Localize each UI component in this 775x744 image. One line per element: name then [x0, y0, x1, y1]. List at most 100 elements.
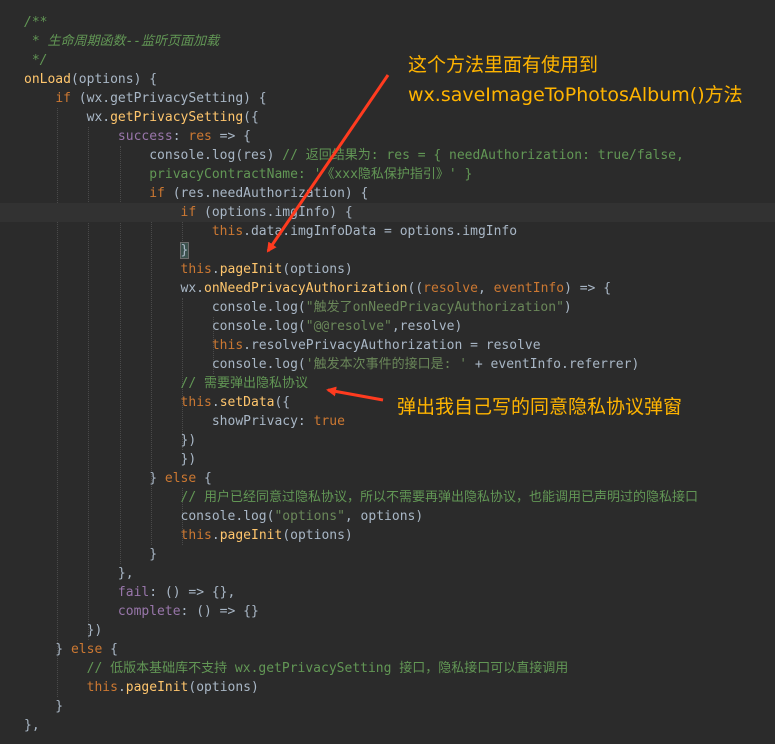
code-token: }) — [24, 623, 103, 638]
annotation-top-line2: wx.saveImageToPhotosAlbum()方法 — [408, 84, 743, 106]
code-line[interactable]: } — [0, 241, 775, 260]
code-token: else — [164, 471, 197, 486]
code-token: . — [117, 680, 126, 695]
code-token: getPrivacySetting — [110, 110, 244, 125]
code-line[interactable]: this.pageInit(options) — [0, 260, 775, 279]
code-editor[interactable]: /** * 生命周期函数--监听页面加载 */onLoad(options) {… — [0, 0, 775, 744]
code-line[interactable]: * 生命周期函数--监听页面加载 — [0, 32, 775, 51]
code-line[interactable]: privacyContractName: '《xxx隐私保护指引》' } — [0, 165, 775, 184]
code-token: '触发本次事件的接口是: ' — [305, 357, 468, 372]
code-line[interactable]: /** — [0, 13, 775, 32]
code-token: ({ — [274, 395, 291, 410]
code-token: if — [55, 91, 71, 106]
code-token: this — [180, 395, 212, 410]
code-token: fail — [117, 585, 150, 600]
code-token: // 需要弹出隐私协议 — [24, 376, 309, 391]
code-token: }, — [24, 718, 40, 733]
code-line[interactable]: if (res.needAuthorization) { — [0, 184, 775, 203]
code-line[interactable]: fail: () => {}, — [0, 583, 775, 602]
code-token: resolve — [423, 281, 478, 296]
code-token: this — [86, 680, 118, 695]
code-token: res — [188, 129, 212, 144]
code-token: true — [313, 414, 345, 429]
code-token: complete — [117, 604, 181, 619]
code-line[interactable]: console.log(res) // 返回结果为: res = { needA… — [0, 146, 775, 165]
code-token: showPrivacy: — [24, 414, 314, 429]
code-token: ) — [563, 300, 572, 315]
code-token: .data.imgInfoData = options.imgInfo — [243, 224, 518, 239]
code-token: ) => { — [564, 281, 612, 296]
code-line[interactable]: console.log("@@resolve",resolve) — [0, 317, 775, 336]
code-line[interactable]: // 需要弹出隐私协议 — [0, 374, 775, 393]
code-line[interactable]: }) — [0, 431, 775, 450]
code-token: . — [211, 395, 220, 410]
annotation-top: 这个方法里面有使用到 wx.saveImageToPhotosAlbum()方法 — [408, 50, 743, 110]
code-line[interactable]: }, — [0, 716, 775, 735]
code-line[interactable]: success: res => { — [0, 127, 775, 146]
code-token: privacyContractName: '《xxx隐私保护指引》' } — [24, 167, 473, 182]
code-token: wx. — [24, 281, 205, 296]
code-line[interactable]: complete: () => {} — [0, 602, 775, 621]
code-token: // 用户已经同意过隐私协议，所以不需要再弹出隐私协议，也能调用已声明过的隐私接… — [24, 490, 699, 505]
code-token: this — [180, 528, 212, 543]
code-line[interactable]: wx.getPrivacySetting({ — [0, 108, 775, 127]
code-line[interactable]: wx.onNeedPrivacyAuthorization((resolve, … — [0, 279, 775, 298]
code-line[interactable]: this.resolvePrivacyAuthorization = resol… — [0, 336, 775, 355]
code-line[interactable]: } — [0, 545, 775, 564]
code-token: }) — [24, 452, 197, 467]
code-token: (options.imgInfo) { — [196, 205, 353, 220]
code-line[interactable]: // 低版本基础库不支持 wx.getPrivacySetting 接口，隐私接… — [0, 659, 775, 678]
code-line[interactable]: }, — [0, 564, 775, 583]
code-token: console.log( — [24, 509, 275, 524]
code-token: console.log( — [24, 319, 306, 334]
code-line[interactable]: this.pageInit(options) — [0, 678, 775, 697]
code-token: (options) — [188, 680, 259, 695]
code-line[interactable]: if (options.imgInfo) { — [0, 203, 775, 222]
code-token: /** — [24, 15, 48, 30]
code-line[interactable]: console.log("options", options) — [0, 507, 775, 526]
code-token: eventInfo — [493, 281, 565, 296]
code-token: // 返回结果为: res = { needAuthorization: tru… — [282, 148, 684, 163]
code-token: : — [172, 129, 189, 144]
code-token: { — [196, 471, 212, 486]
code-line[interactable]: } else { — [0, 469, 775, 488]
code-token: } — [24, 699, 64, 714]
code-token: success — [117, 129, 173, 144]
annotation-middle: 弹出我自己写的同意隐私协议弹窗 — [397, 396, 683, 418]
code-token: wx. — [24, 110, 111, 125]
annotation-top-line1: 这个方法里面有使用到 — [408, 54, 599, 76]
code-token: if — [180, 205, 197, 220]
code-token: // 低版本基础库不支持 wx.getPrivacySetting 接口，隐私接… — [24, 661, 569, 676]
code-token: => { — [211, 129, 251, 144]
code-line[interactable]: } else { — [0, 640, 775, 659]
code-line[interactable]: this.data.imgInfoData = options.imgInfo — [0, 222, 775, 241]
code-token: pageInit — [125, 680, 189, 695]
code-token: . — [211, 528, 220, 543]
code-token: } — [24, 547, 158, 562]
code-line[interactable]: console.log("触发了onNeedPrivacyAuthorizati… — [0, 298, 775, 317]
code-token: console.log( — [24, 357, 306, 372]
code-token: (options) { — [70, 72, 158, 87]
code-line[interactable]: }) — [0, 450, 775, 469]
code-token: ({ — [243, 110, 259, 125]
code-line[interactable]: console.log('触发本次事件的接口是: ' + eventInfo.r… — [0, 355, 775, 374]
code-line[interactable]: this.pageInit(options) — [0, 526, 775, 545]
code-token: "触发了onNeedPrivacyAuthorization" — [305, 300, 564, 315]
code-line[interactable]: } — [0, 697, 775, 716]
code-line[interactable]: // 用户已经同意过隐私协议，所以不需要再弹出隐私协议，也能调用已声明过的隐私接… — [0, 488, 775, 507]
code-token: : () => {} — [180, 604, 259, 619]
code-line[interactable]: }) — [0, 621, 775, 640]
code-token: .resolvePrivacyAuthorization = resolve — [243, 338, 541, 353]
code-token: { — [102, 642, 118, 657]
